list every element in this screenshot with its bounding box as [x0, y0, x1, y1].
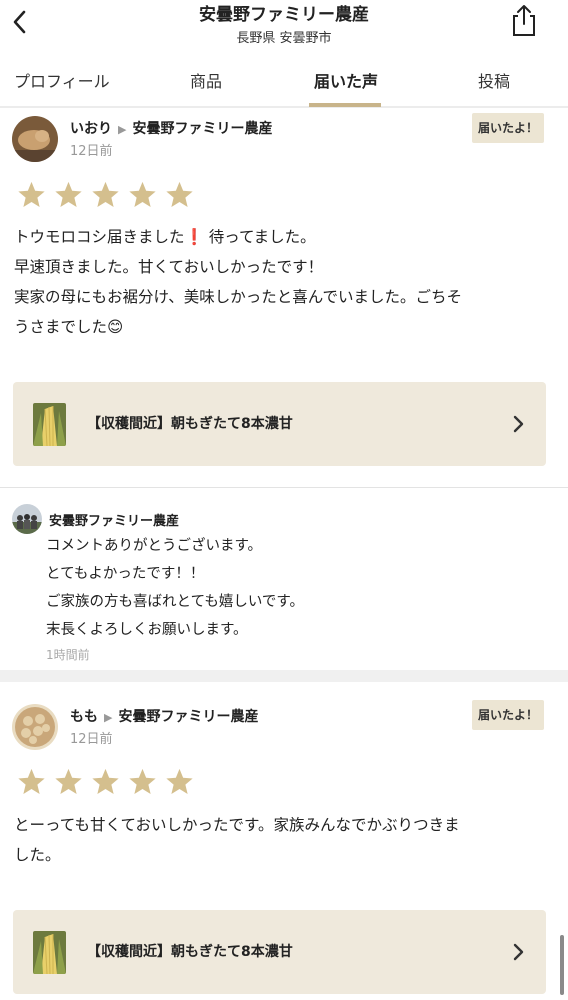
star-icon	[129, 768, 156, 794]
product-name: 【収穫間近】朝もぎたて8本濃甘	[87, 416, 293, 432]
farm-name[interactable]: 安曇野ファミリー農産	[132, 121, 272, 137]
star-icon	[55, 768, 82, 794]
farm-name[interactable]: 安曇野ファミリー農産	[118, 709, 258, 725]
star-rating	[16, 180, 195, 210]
reviewer-name[interactable]: いおり	[70, 121, 112, 137]
received-badge: 届いたよ！	[472, 700, 544, 730]
share-icon	[513, 5, 535, 36]
scrollbar[interactable]	[560, 935, 564, 995]
reviewer-name[interactable]: もも	[70, 709, 98, 725]
review-text: トウモロコシ届きました❗️ 待ってました。 早速頂きました。甘くておいしかったで…	[14, 228, 462, 336]
product-card[interactable]: 【収穫間近】朝もぎたて8本濃甘	[13, 382, 546, 466]
farm-reply: 安曇野ファミリー農産 コメントありがとうございます。 とてもよかったです！！ ご…	[0, 488, 568, 670]
avatar[interactable]	[12, 116, 58, 162]
play-arrow-icon: ▶	[118, 123, 127, 136]
review-item: いおり ▶ 安曇野ファミリー農産 12日前 届いたよ！ トウモロコシ届きました❗️ …	[0, 110, 568, 488]
review-date: 12日前	[70, 144, 113, 159]
star-icon	[18, 768, 45, 794]
page-subtitle: 長野県 安曇野市	[236, 31, 332, 46]
page-title: 安曇野ファミリー農産	[199, 5, 369, 25]
star-icon	[92, 181, 119, 207]
review-item: もも ▶ 安曇野ファミリー農産 12日前 届いたよ！ とーっても甘くておいしかったで…	[0, 682, 568, 1000]
star-icon	[55, 181, 82, 207]
play-arrow-icon: ▶	[104, 711, 113, 724]
avatar[interactable]	[12, 704, 58, 750]
star-rating	[16, 767, 195, 797]
product-thumbnail	[33, 403, 66, 446]
star-icon	[166, 768, 193, 794]
reply-author[interactable]: 安曇野ファミリー農産	[49, 510, 179, 529]
chevron-right-icon	[513, 415, 524, 433]
product-thumbnail	[33, 931, 66, 974]
tab-products[interactable]: 商品	[190, 68, 222, 92]
reviewer-line: もも ▶ 安曇野ファミリー農産	[70, 706, 258, 726]
chevron-right-icon	[513, 943, 524, 961]
star-icon	[92, 768, 119, 794]
product-name: 【収穫間近】朝もぎたて8本濃甘	[87, 944, 293, 960]
active-tab-indicator	[309, 103, 381, 107]
section-divider	[0, 670, 568, 682]
star-icon	[129, 181, 156, 207]
reply-text: コメントありがとうございます。 とてもよかったです！！ ご家族の方も喜ばれとても…	[46, 538, 304, 638]
reviewer-line: いおり ▶ 安曇野ファミリー農産	[70, 118, 272, 138]
received-badge: 届いたよ！	[472, 113, 544, 143]
share-button[interactable]	[508, 2, 540, 38]
product-card[interactable]: 【収穫間近】朝もぎたて8本濃甘	[13, 910, 546, 994]
header: 安曇野ファミリー農産 長野県 安曇野市	[0, 0, 568, 52]
tab-posts[interactable]: 投稿	[478, 68, 510, 92]
farm-avatar[interactable]	[12, 504, 42, 534]
tab-bar: プロフィール 商品 届いた声 投稿	[0, 60, 568, 108]
star-icon	[18, 181, 45, 207]
reply-time: 1時間前	[46, 648, 90, 662]
star-icon	[166, 181, 193, 207]
tab-reviews[interactable]: 届いた声	[314, 68, 378, 92]
review-text: とーっても甘くておいしかったです。家族みんなでかぶりつきま した。	[14, 816, 460, 864]
review-date: 12日前	[70, 732, 113, 747]
tab-profile[interactable]: プロフィール	[14, 68, 110, 92]
